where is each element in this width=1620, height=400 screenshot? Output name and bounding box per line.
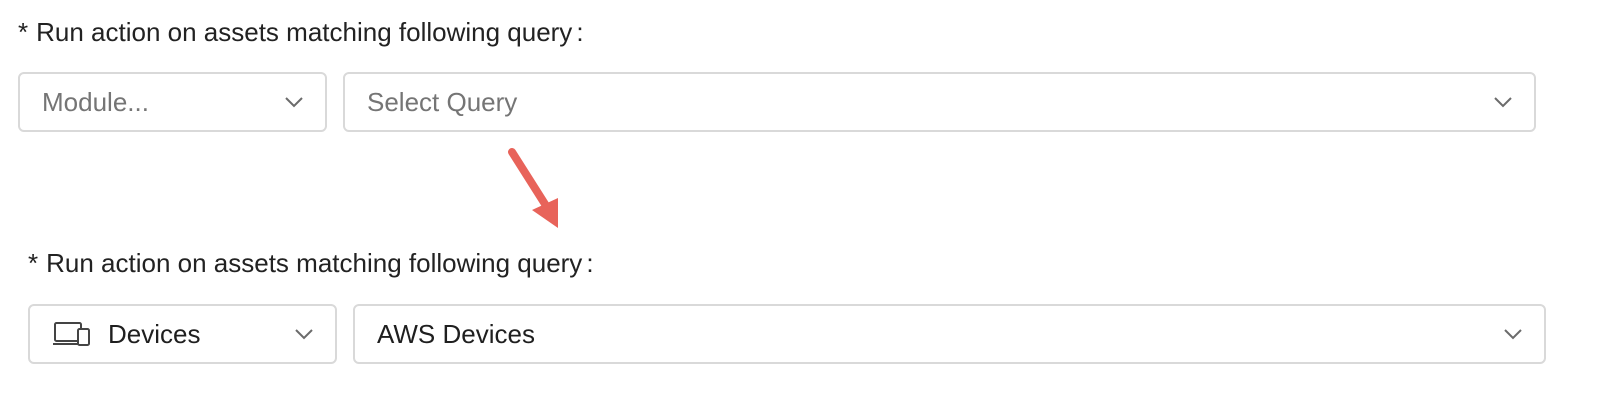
label-colon: : [586, 248, 594, 278]
query-field-label-after: * Run action on assets matching following… [28, 247, 594, 279]
required-marker: * [28, 248, 39, 278]
required-marker: * [18, 17, 29, 47]
label-text: Run action on assets matching following … [46, 248, 583, 278]
query-field-label-before: * Run action on assets matching following… [18, 16, 584, 48]
query-select-before[interactable]: Select Query [343, 72, 1536, 132]
module-select-after[interactable]: Devices [28, 304, 337, 364]
chevron-down-icon [1494, 97, 1512, 108]
devices-icon [53, 322, 90, 346]
label-text: Run action on assets matching following … [36, 17, 573, 47]
label-colon: : [576, 17, 584, 47]
module-select-before[interactable]: Module... [18, 72, 327, 132]
annotation-arrow-icon [508, 148, 558, 228]
chevron-down-icon [295, 329, 313, 340]
query-select-value: AWS Devices [377, 318, 535, 349]
module-select-value: Devices [108, 318, 201, 349]
query-select-after[interactable]: AWS Devices [353, 304, 1546, 364]
chevron-down-icon [285, 97, 303, 108]
module-select-value: Module... [42, 86, 149, 117]
chevron-down-icon [1504, 329, 1522, 340]
query-select-value: Select Query [367, 86, 518, 117]
